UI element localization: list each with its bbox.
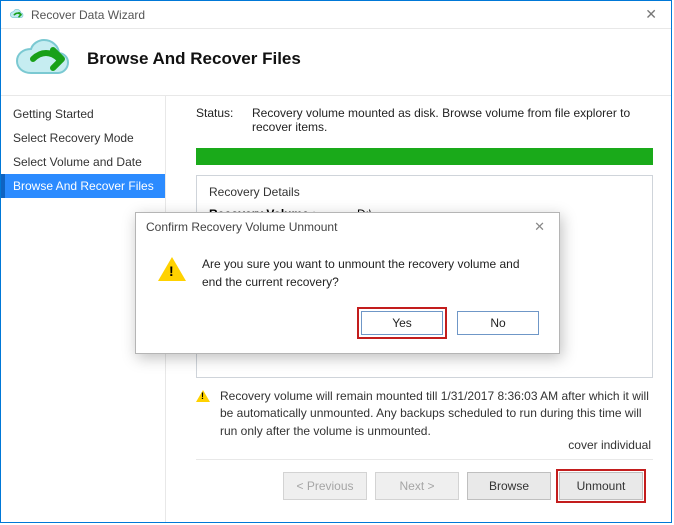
sidebar-item-recovery-mode[interactable]: Select Recovery Mode	[1, 126, 165, 150]
browse-button[interactable]: Browse	[467, 472, 551, 500]
dialog-titlebar: Confirm Recovery Volume Unmount ✕	[136, 213, 559, 241]
sidebar-item-browse-recover[interactable]: Browse And Recover Files	[1, 174, 165, 198]
dialog-yes-button[interactable]: Yes	[361, 311, 443, 335]
status-label: Status:	[196, 106, 238, 134]
recovery-details-title: Recovery Details	[209, 185, 640, 199]
warning-icon	[196, 390, 210, 402]
mount-warning: Recovery volume will remain mounted till…	[196, 388, 653, 440]
unmount-button[interactable]: Unmount	[559, 472, 643, 500]
sidebar-item-getting-started[interactable]: Getting Started	[1, 102, 165, 126]
window-title: Recover Data Wizard	[31, 8, 639, 22]
window-close-icon[interactable]: ✕	[639, 4, 663, 25]
wizard-footer: < Previous Next > Browse Unmount	[196, 459, 653, 512]
dialog-title: Confirm Recovery Volume Unmount	[146, 220, 337, 234]
next-button: Next >	[375, 472, 459, 500]
status-text: Recovery volume mounted as disk. Browse …	[252, 106, 653, 134]
wizard-header: Browse And Recover Files	[1, 29, 671, 96]
dialog-message: Are you sure you want to unmount the rec…	[202, 255, 537, 291]
previous-button: < Previous	[283, 472, 367, 500]
app-cloud-icon	[9, 7, 25, 23]
page-title: Browse And Recover Files	[87, 49, 301, 69]
status-line: Status: Recovery volume mounted as disk.…	[196, 106, 653, 134]
dialog-close-icon[interactable]: ✕	[530, 219, 549, 235]
trail-text: cover individual	[568, 438, 651, 452]
titlebar: Recover Data Wizard ✕	[1, 1, 671, 29]
progress-bar	[196, 148, 653, 165]
sidebar-item-volume-date[interactable]: Select Volume and Date	[1, 150, 165, 174]
wizard-cloud-icon	[13, 37, 75, 81]
confirm-unmount-dialog: Confirm Recovery Volume Unmount ✕ Are yo…	[135, 212, 560, 354]
mount-warning-text: Recovery volume will remain mounted till…	[220, 388, 653, 440]
dialog-no-button[interactable]: No	[457, 311, 539, 335]
dialog-warning-icon	[158, 257, 186, 281]
